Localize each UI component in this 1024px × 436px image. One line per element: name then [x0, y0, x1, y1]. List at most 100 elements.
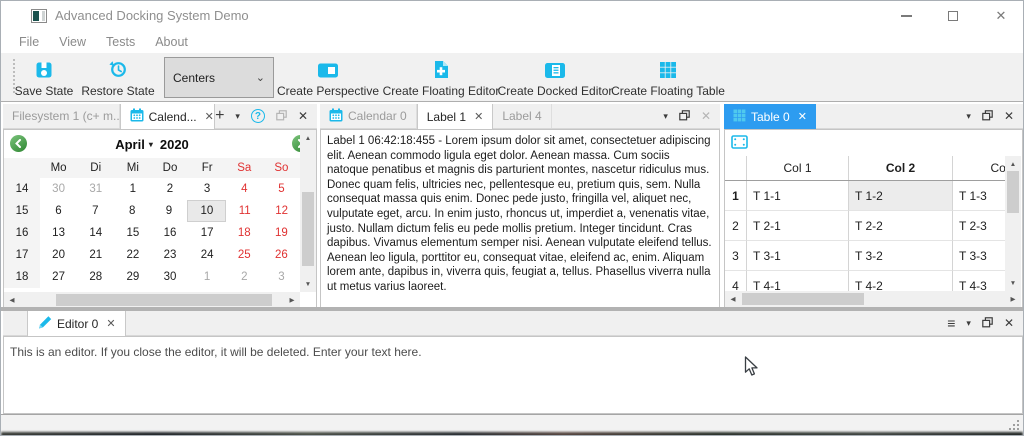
calendar-day-cell[interactable]: 1 [114, 178, 151, 200]
calendar-day-cell[interactable]: 27 [40, 266, 77, 288]
scroll-right-icon[interactable]: ▶ [285, 292, 299, 308]
menu-view[interactable]: View [49, 35, 96, 49]
calendar-day-cell[interactable]: 2 [151, 178, 188, 200]
calendar-day-cell[interactable]: 3 [189, 178, 226, 200]
calendar-day-cell[interactable]: 9 [151, 200, 188, 222]
calendar-prev-month-button[interactable] [10, 135, 27, 152]
tab-list-dropdown-icon[interactable]: ▾ [966, 112, 971, 121]
calendar-day-cell[interactable]: 10 [187, 200, 226, 222]
scroll-up-icon[interactable]: ▲ [300, 131, 316, 145]
calendar-day-cell[interactable]: 24 [189, 244, 226, 266]
table-cell[interactable]: T 1-1 [747, 181, 849, 211]
calendar-day-cell[interactable]: 8 [114, 200, 151, 222]
tab-list-dropdown-icon[interactable]: ▾ [235, 112, 240, 121]
save-state-button[interactable]: Save State [9, 56, 79, 99]
tab-close-icon[interactable]: ✕ [205, 110, 214, 123]
calendar-day-cell[interactable]: 23 [151, 244, 188, 266]
calendar-day-cell[interactable]: 25 [226, 244, 263, 266]
calendar-day-cell[interactable]: 20 [40, 244, 77, 266]
create-docked-editor-button[interactable]: Create Docked Editor [498, 56, 612, 99]
scrollbar-thumb[interactable] [742, 293, 864, 305]
table-cell[interactable]: T 2-3 [953, 211, 1005, 241]
scroll-left-icon[interactable]: ◀ [5, 292, 19, 308]
table-col-header[interactable]: Col 3 [953, 156, 1005, 180]
table-col-header[interactable]: Col 1 [747, 156, 849, 180]
table-cell[interactable]: T 4-3 [953, 271, 1005, 291]
close-dock-icon[interactable]: ✕ [1004, 317, 1014, 329]
scroll-right-icon[interactable]: ▶ [1006, 291, 1020, 307]
calendar-day-cell[interactable]: 30 [151, 266, 188, 288]
calendar-day-cell[interactable]: 26 [263, 244, 300, 266]
restore-state-button[interactable]: Restore State [78, 56, 158, 99]
close-dock-icon[interactable]: ✕ [298, 110, 308, 122]
calendar-day-cell[interactable]: 13 [40, 222, 77, 244]
minimize-button[interactable] [889, 1, 923, 31]
menu-icon[interactable]: ≡ [947, 316, 955, 330]
calendar-day-cell[interactable]: 6 [40, 200, 77, 222]
table-cell[interactable]: T 1-2 [849, 181, 953, 211]
marquee-select-icon[interactable] [731, 135, 748, 152]
tab-calendar-1[interactable]: Calend... ✕ [120, 104, 215, 129]
calendar-day-cell[interactable]: 2 [226, 266, 263, 288]
calendar-day-cell[interactable]: 30 [40, 178, 77, 200]
detach-icon[interactable] [982, 317, 993, 330]
calendar-day-cell[interactable]: 22 [114, 244, 151, 266]
calendar-day-cell[interactable]: 28 [77, 266, 114, 288]
create-floating-editor-button[interactable]: Create Floating Editor [384, 56, 498, 99]
scroll-down-icon[interactable]: ▼ [300, 277, 316, 291]
create-perspective-button[interactable]: Create Perspective [272, 56, 384, 99]
calendar-day-cell[interactable]: 12 [263, 200, 300, 222]
close-dock-icon[interactable]: ✕ [701, 110, 711, 122]
calendar-year-button[interactable]: 2020 [160, 137, 189, 152]
editor-panel[interactable]: This is an editor. If you close the edit… [3, 336, 1023, 414]
calendar-day-cell[interactable]: 18 [226, 222, 263, 244]
tab-filesystem-1[interactable]: Filesystem 1 (c+ m... [3, 104, 120, 128]
close-dock-icon[interactable]: ✕ [1004, 110, 1014, 122]
tab-close-icon[interactable]: ✕ [106, 317, 115, 330]
tab-label-4[interactable]: Label 4 [493, 104, 551, 128]
table-cell[interactable]: T 3-1 [747, 241, 849, 271]
help-icon[interactable]: ? [251, 109, 265, 123]
calendar-day-cell[interactable]: 11 [226, 200, 263, 222]
scrollbar-thumb[interactable] [1007, 171, 1019, 213]
menu-about[interactable]: About [145, 35, 198, 49]
calendar-day-cell[interactable]: 1 [189, 266, 226, 288]
calendar-day-cell[interactable]: 14 [77, 222, 114, 244]
calendar-vertical-scrollbar[interactable]: ▲ ▼ [300, 130, 316, 292]
table-cell[interactable]: T 4-2 [849, 271, 953, 291]
scroll-left-icon[interactable]: ◀ [726, 291, 740, 307]
table-cell[interactable]: T 4-1 [747, 271, 849, 291]
scrollbar-thumb[interactable] [302, 192, 314, 266]
tab-list-dropdown-icon[interactable]: ▾ [663, 112, 668, 121]
editor-text[interactable]: This is an editor. If you close the edit… [10, 345, 1016, 359]
calendar-day-cell[interactable]: 31 [77, 178, 114, 200]
calendar-month-button[interactable]: April [115, 137, 145, 152]
tab-calendar-0[interactable]: Calendar 0 [320, 104, 417, 128]
maximize-button[interactable] [936, 1, 970, 31]
scroll-up-icon[interactable]: ▲ [1005, 157, 1021, 171]
table-cell[interactable]: T 2-1 [747, 211, 849, 241]
scrollbar-thumb[interactable] [56, 294, 272, 306]
calendar-day-cell[interactable]: 5 [263, 178, 300, 200]
add-tab-button[interactable]: + [215, 108, 224, 124]
table-col-header[interactable]: Col 2 [849, 156, 953, 180]
table-cell[interactable]: T 3-3 [953, 241, 1005, 271]
tab-close-icon[interactable]: ✕ [474, 110, 483, 123]
calendar-day-cell[interactable]: 3 [263, 266, 300, 288]
detach-icon[interactable] [679, 110, 690, 123]
create-floating-table-button[interactable]: Create Floating Table [612, 56, 724, 99]
calendar-day-cell[interactable]: 16 [151, 222, 188, 244]
calendar-day-cell[interactable]: 29 [114, 266, 151, 288]
menu-file[interactable]: File [9, 35, 49, 49]
menu-tests[interactable]: Tests [96, 35, 145, 49]
detach-icon[interactable] [276, 110, 287, 123]
table-horizontal-scrollbar[interactable]: ◀ ▶ [725, 291, 1021, 307]
table-cell[interactable]: T 3-2 [849, 241, 953, 271]
table-row-header[interactable]: 2 [725, 211, 747, 241]
detach-icon[interactable] [982, 110, 993, 123]
table-cell[interactable]: T 2-2 [849, 211, 953, 241]
table-row-header[interactable]: 3 [725, 241, 747, 271]
size-grip[interactable] [1008, 419, 1020, 431]
tab-label-1[interactable]: Label 1 ✕ [417, 104, 494, 129]
tab-table-0[interactable]: Table 0 ✕ [724, 104, 816, 129]
